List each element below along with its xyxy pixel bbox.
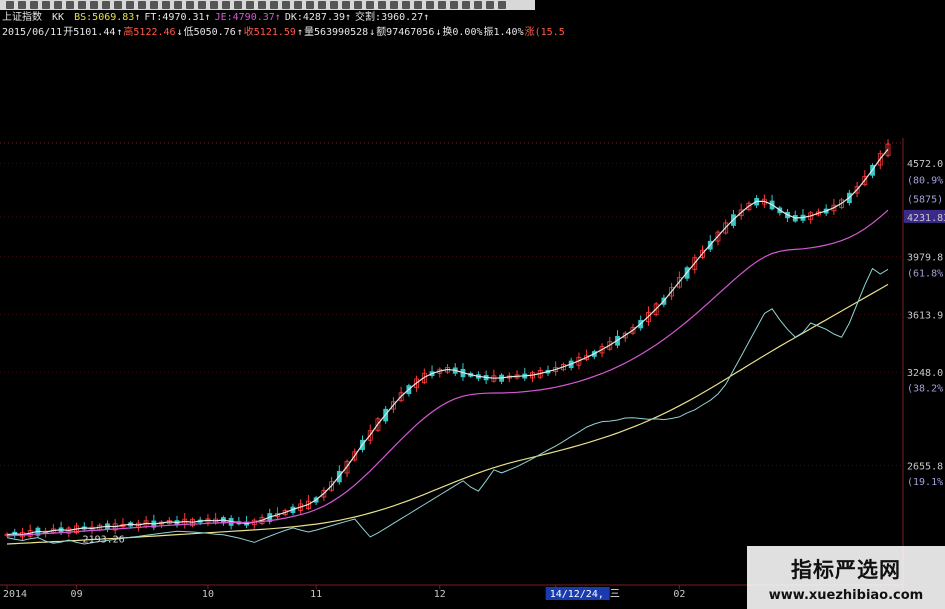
price-axis-label: 3979.8	[907, 253, 943, 264]
watermark-url: www.xuezhibiao.com	[768, 588, 924, 603]
x-tick-label: 02	[673, 589, 685, 600]
ma-slow-line	[6, 283, 889, 545]
x-tick-label: 11	[310, 589, 322, 600]
price-axis-label: (5875)	[907, 194, 943, 205]
price-axis-label: 4231.83	[907, 213, 945, 224]
price-axis-label: 4572.0	[907, 159, 943, 170]
price-axis-label: (19.1%)	[907, 477, 945, 488]
kline-chart[interactable]: 4572.0 (80.9%) (5875) 4231.83 3979.8 (61.8%) 3…	[0, 0, 945, 609]
x-tick-label: 14/12/24, 三	[550, 589, 620, 600]
x-tick-label: 2014	[3, 589, 27, 600]
x-tick-label: 10	[202, 589, 214, 600]
price-axis-label: 3248.0	[907, 368, 943, 379]
price-axis-label: 3613.9	[907, 310, 943, 321]
x-tick-label: 09	[71, 589, 83, 600]
ma-fast-line	[6, 148, 889, 536]
indicator-line	[6, 267, 889, 545]
x-tick-label: 12	[434, 589, 446, 600]
price-axis-label: 2655.8	[907, 462, 943, 473]
watermark-title: 指标严选网	[791, 558, 901, 582]
price-axis-label: (61.8%)	[907, 268, 945, 279]
price-axis-label: (38.2%)	[907, 384, 945, 395]
price-axis-label: (80.9%)	[907, 175, 945, 186]
low-point-annotation: 2193.26	[83, 535, 125, 546]
watermark: 指标严选网 www.xuezhibiao.com	[747, 546, 945, 609]
